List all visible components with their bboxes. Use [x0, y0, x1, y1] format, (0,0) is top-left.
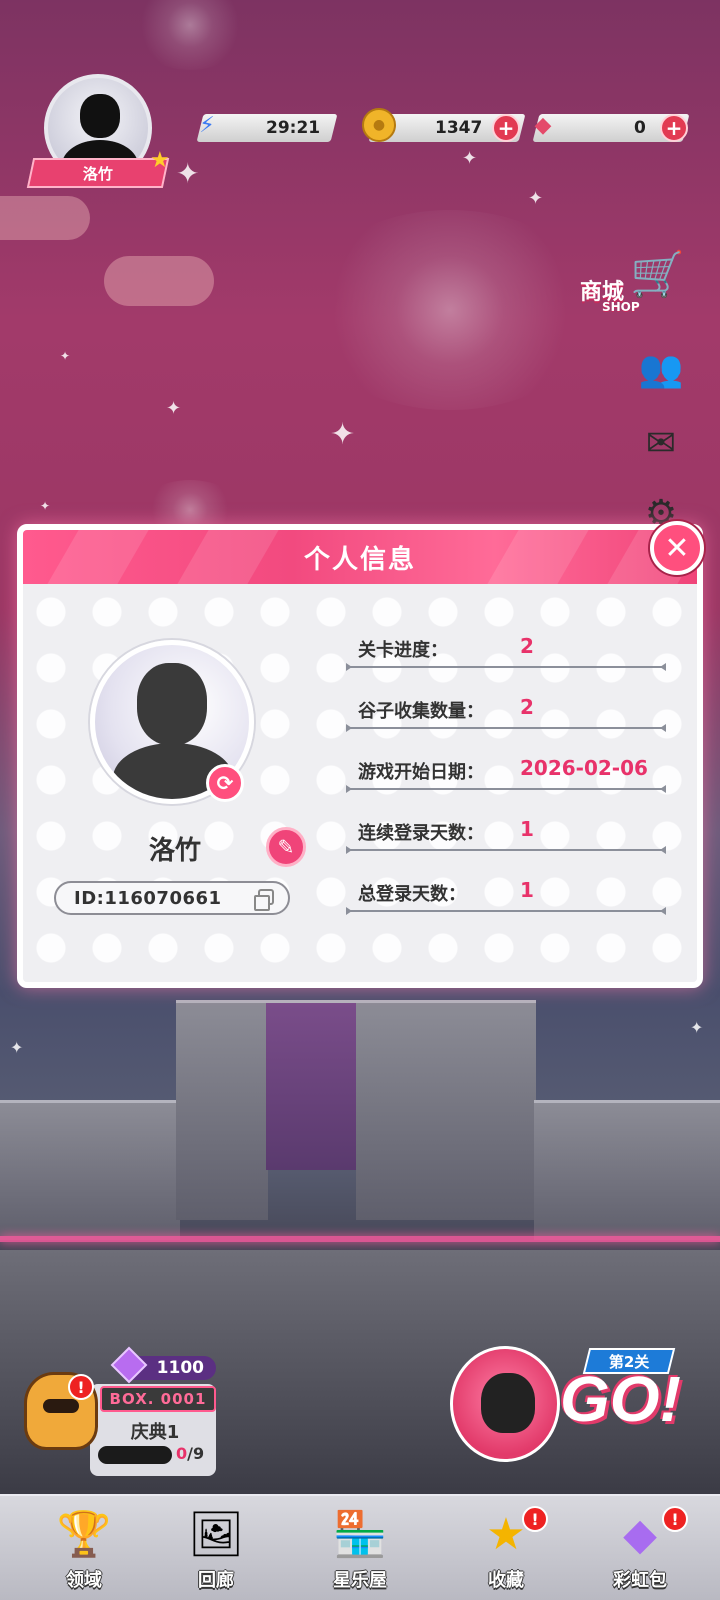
modal-header: 个人信息	[23, 530, 697, 584]
stat-row-total-login: 总登录天数： 1	[346, 876, 666, 916]
go-button[interactable]: GO!	[560, 1362, 681, 1436]
sparkle-decoration: ✦	[60, 349, 71, 363]
corridor-icon: 🖼	[188, 1509, 244, 1560]
edit-name-button[interactable]: ✎	[266, 827, 306, 867]
mail-icon[interactable]: ✉	[636, 418, 686, 468]
close-icon: ✕	[664, 530, 690, 566]
tab-domain[interactable]: 🏆 领域	[20, 1500, 148, 1598]
stage-pillar	[534, 1100, 720, 1240]
tab-corridor[interactable]: 🖼 回廊	[152, 1500, 280, 1598]
firework-decoration	[300, 210, 600, 410]
sparkle-decoration: ✦	[690, 1018, 704, 1037]
stage-pillar	[266, 1000, 358, 1170]
close-button[interactable]: ✕	[650, 521, 704, 575]
change-avatar-button[interactable]: ⟳	[206, 764, 244, 802]
player-id-field: ID:116070661	[54, 881, 290, 915]
sparkle-decoration: ✦	[528, 188, 544, 209]
stat-row-goods-collected: 谷子收集数量： 2	[346, 693, 666, 733]
stat-row-consecutive-login: 连续登录天数： 1	[346, 815, 666, 855]
friends-icon[interactable]: 👥	[636, 344, 686, 394]
stat-row-start-date: 游戏开始日期： 2026-02-06	[346, 754, 666, 794]
sparkle-decoration: ✦	[462, 148, 478, 169]
tab-collection[interactable]: ★ 收藏	[442, 1500, 570, 1598]
modal-title: 个人信息	[303, 544, 416, 575]
stage-pillar	[356, 1000, 536, 1220]
sparkle-decoration: ✦	[166, 398, 182, 419]
diamond-icon: ◆	[534, 112, 552, 138]
rainbow-pack-icon: ◆	[623, 1508, 657, 1560]
pencil-icon: ✎	[277, 835, 295, 859]
cloud-decoration	[104, 256, 214, 306]
alert-badge-icon: !	[522, 1506, 548, 1532]
stage-pillar	[176, 1000, 268, 1220]
cart-icon: 🛒	[630, 249, 685, 300]
copy-icon[interactable]	[254, 889, 274, 911]
firework-decoration	[130, 0, 250, 70]
coin-icon: ●	[362, 108, 396, 142]
shop-button[interactable]: 🛒 商城 SHOP	[580, 248, 690, 320]
stage-pillar	[0, 1100, 180, 1240]
lightning-infinity-icon: ⚡	[199, 112, 215, 138]
domain-icon: 🏆	[56, 1509, 112, 1560]
player-name-tag: 洛竹	[26, 158, 170, 188]
tab-star-house[interactable]: 🏪 星乐屋	[296, 1500, 424, 1598]
stage-glow	[0, 1236, 720, 1242]
box-name: 庆典1	[130, 1422, 180, 1443]
cloud-decoration	[0, 196, 90, 240]
sparkle-decoration: ✦	[330, 417, 356, 452]
box-label: BOX. 0001	[100, 1386, 216, 1412]
alert-badge-icon: !	[662, 1506, 688, 1532]
stage-character	[450, 1346, 560, 1462]
star-house-icon: 🏪	[332, 1509, 388, 1560]
add-coins-button[interactable]: +	[492, 114, 520, 142]
go-panel[interactable]: 第2关 GO!	[440, 1340, 690, 1470]
sparkle-decoration: ✦	[40, 499, 51, 513]
add-diamonds-button[interactable]: +	[660, 114, 688, 142]
box-progress-text: 0/9	[176, 1444, 205, 1463]
stat-row-level-progress: 关卡进度： 2	[346, 632, 666, 672]
profile-player-name: 洛竹	[148, 836, 201, 866]
refresh-icon: ⟳	[216, 771, 234, 795]
sparkle-decoration: ✦	[10, 1038, 24, 1057]
sparkle-decoration: ✦	[176, 157, 200, 190]
star-icon: ★	[150, 148, 170, 173]
box-progress-bar	[98, 1446, 172, 1464]
alert-badge-icon: !	[68, 1374, 94, 1400]
